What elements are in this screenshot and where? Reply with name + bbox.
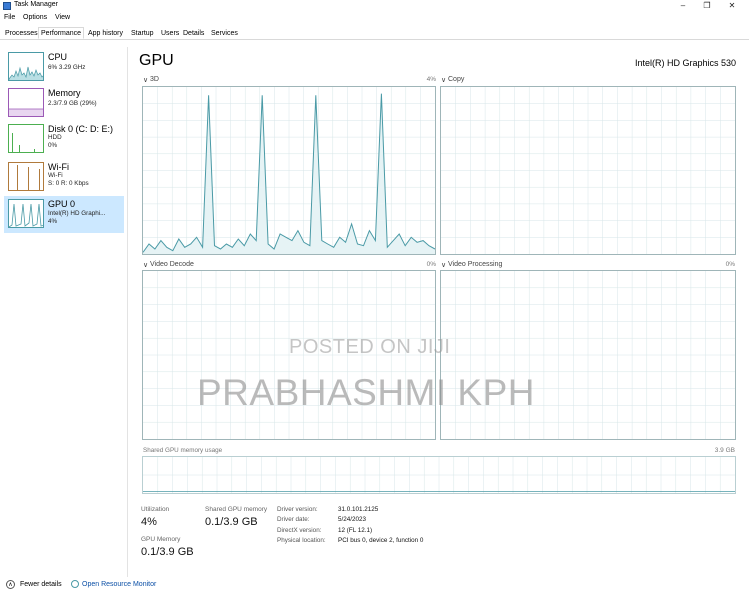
menu-bar [0,12,749,24]
tab-app-history[interactable]: App history [85,27,126,39]
engine-3d-graph-canvas [142,87,436,254]
menu-file[interactable]: File [4,14,15,21]
engine-copy-graph-grid [441,87,735,254]
sidebar-item-label: Disk 0 (C: D: E:) [48,124,114,134]
engine-3d-label[interactable]: 3D [150,76,159,83]
disk-graph-icon [8,124,44,153]
sidebar-item-sub: 2.3/7.9 GB (29%) [48,100,97,107]
sidebar-item-label: Memory [48,88,81,98]
utilization-value: 4% [141,516,157,528]
sidebar-item-sub: Wi-Fi [48,172,63,179]
sidebar-item-sub: 4% [48,218,58,225]
physical-location-value: PCI bus 0, device 2, function 0 [338,537,424,544]
restore-icon[interactable]: ❐ [700,0,714,12]
tab-details[interactable]: Details [180,27,207,39]
sidebar-item-sub: S: 0 R: 0 Kbps [48,180,89,187]
driver-version-value: 31.0.101.2125 [338,506,379,513]
menu-view[interactable]: View [55,14,70,21]
driver-version-key: Driver version: [277,506,318,513]
engine-copy-graph [440,86,736,255]
wifi-graph-icon [8,162,44,191]
engine-video-decode-label[interactable]: Video Decode [150,261,194,268]
sidebar-item-sub: 6% 3.29 GHz [48,64,86,71]
sidebar-item-memory[interactable]: Memory 2.3/7.9 GB (29%) [4,85,124,122]
shared-memory-graph [142,456,736,494]
sidebar-item-sub: Intel(R) HD Graphi... [48,210,106,217]
sidebar-item-gpu[interactable]: GPU 0 Intel(R) HD Graphi... 4% [4,196,124,233]
tab-performance[interactable]: Performance [38,27,85,39]
gpu-model-name: Intel(R) HD Graphics 530 [634,58,736,68]
window-title: Task Manager [14,1,58,8]
engine-3d-graph [142,86,436,255]
chevron-down-icon[interactable]: ∨ [143,76,148,84]
cpu-graph-icon [8,52,44,81]
tab-startup[interactable]: Startup [128,27,157,39]
sidebar-item-cpu[interactable]: CPU 6% 3.29 GHz [4,49,124,86]
shared-memory-graph-max: 3.9 GB [714,447,735,454]
fewer-details-button[interactable]: Fewer details [20,581,62,588]
directx-version-value: 12 (FL 12.1) [338,527,373,534]
title-bar [0,0,749,12]
sidebar-item-label: Wi-Fi [48,162,69,172]
page-title: GPU [139,52,174,69]
tab-processes[interactable]: Processes [2,27,41,39]
sidebar-item-sub: HDD [48,134,62,141]
sidebar-item-sub: 0% [48,142,58,149]
driver-date-value: 5/24/2023 [338,516,367,523]
sidebar-item-label: GPU 0 [48,199,76,209]
gpu-memory-label: GPU Memory [141,536,181,543]
engine-video-processing-value: 0% [725,261,735,268]
resource-monitor-icon [71,580,79,588]
engine-video-processing-label[interactable]: Video Processing [448,261,502,268]
chevron-down-icon[interactable]: ∨ [143,261,148,269]
engine-copy-label[interactable]: Copy [448,76,464,83]
memory-graph-icon [8,88,44,117]
physical-location-key: Physical location: [277,537,326,544]
tab-users[interactable]: Users [158,27,182,39]
engine-video-decode-value: 0% [426,261,436,268]
tab-services[interactable]: Services [208,27,241,39]
sidebar-item-label: CPU [48,52,68,62]
utilization-label: Utilization [141,506,170,513]
sidebar-item-disk[interactable]: Disk 0 (C: D: E:) HDD 0% [4,121,124,158]
directx-version-key: DirectX version: [277,527,322,534]
menu-options[interactable]: Options [23,14,47,21]
chevron-up-icon[interactable]: ∧ [6,580,15,589]
engine-3d-value: 4% [426,76,436,83]
shared-memory-graph-canvas [143,457,735,493]
close-icon[interactable]: ✕ [725,0,739,12]
engine-video-processing-graph [440,270,736,440]
chevron-down-icon[interactable]: ∨ [441,261,446,269]
gpu-graph-icon [8,199,44,228]
watermark-seller: PRABHASHMI KPH [197,372,536,413]
sidebar-item-wifi[interactable]: Wi-Fi Wi-Fi S: 0 R: 0 Kbps [4,159,124,196]
open-resource-monitor-link[interactable]: Open Resource Monitor [82,581,156,588]
shared-memory-value: 0.1/3.9 GB [205,516,258,528]
minimize-icon[interactable]: – [676,0,690,12]
driver-date-key: Driver date: [277,516,310,523]
chevron-down-icon[interactable]: ∨ [441,76,446,84]
watermark-posted-on: POSTED ON JIJI [289,336,451,358]
shared-memory-graph-label: Shared GPU memory usage [143,447,223,454]
task-manager-app-icon [3,2,11,10]
gpu-memory-value: 0.1/3.9 GB [141,546,194,558]
shared-memory-label: Shared GPU memory [205,506,268,513]
